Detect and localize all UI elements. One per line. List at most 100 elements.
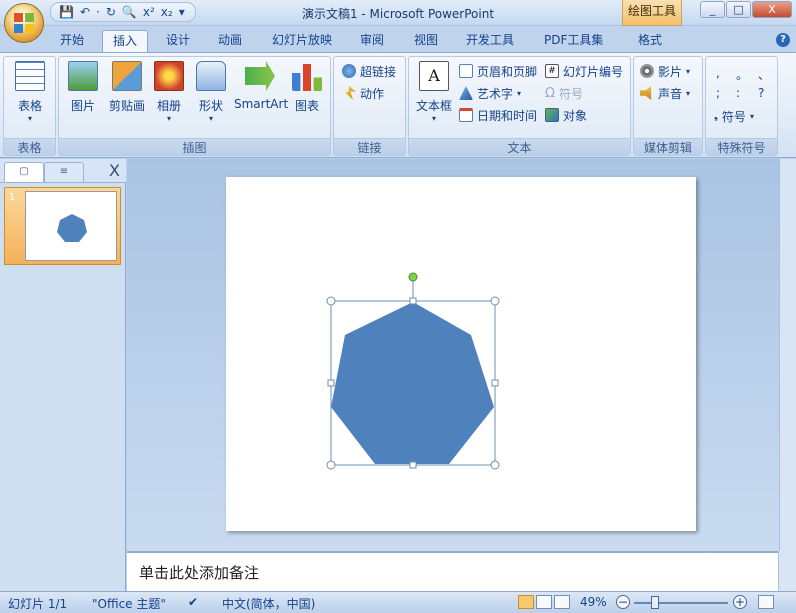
- tab-view[interactable]: 视图: [404, 30, 448, 52]
- zoom-slider-track[interactable]: [634, 602, 728, 604]
- office-button[interactable]: [4, 3, 44, 43]
- special-symbol-button[interactable]: ❟ 符号 ▾: [714, 107, 754, 125]
- slide-number-button[interactable]: # 幻灯片编号: [545, 62, 623, 80]
- slide-editing-area: [127, 159, 796, 551]
- special-symbol-label: 符号: [721, 109, 746, 124]
- slide-canvas[interactable]: [226, 177, 696, 531]
- resize-handle-tr[interactable]: [490, 296, 500, 306]
- tab-review[interactable]: 审阅: [350, 30, 394, 52]
- slide-thumbnail-item[interactable]: 1: [4, 187, 121, 265]
- slideshow-view-button[interactable]: [554, 595, 570, 609]
- table-icon: [15, 61, 45, 91]
- symbol-question[interactable]: ?: [758, 86, 764, 100]
- hyperlink-icon: [342, 64, 356, 78]
- tab-pdf-tools[interactable]: PDF工具集: [534, 30, 613, 52]
- zoom-in-button[interactable]: +: [733, 595, 747, 609]
- movie-button[interactable]: 影片 ▾: [640, 62, 690, 80]
- resize-handle-br[interactable]: [490, 460, 500, 470]
- minimize-button[interactable]: _: [700, 1, 725, 18]
- vertical-scrollbar[interactable]: [779, 159, 796, 551]
- heptagon-shape[interactable]: [331, 302, 494, 464]
- resize-handle-l[interactable]: [327, 379, 335, 387]
- action-button[interactable]: 动作: [342, 84, 384, 102]
- table-button[interactable]: 表格 ▾: [8, 61, 52, 123]
- close-button[interactable]: X: [752, 1, 792, 18]
- symbol-button[interactable]: Ω 符号: [545, 84, 583, 102]
- resize-handle-tl[interactable]: [326, 296, 336, 306]
- smartart-label: SmartArt: [234, 97, 289, 111]
- object-label: 对象: [563, 108, 588, 123]
- clipart-button[interactable]: 剪贴画: [105, 61, 149, 114]
- illustrations-group-label: 插图: [59, 138, 330, 155]
- theme-name[interactable]: "Office 主题": [92, 595, 166, 612]
- tab-slides[interactable]: ▢: [4, 162, 44, 182]
- save-icon[interactable]: 💾: [59, 5, 74, 19]
- help-icon[interactable]: ?: [776, 33, 790, 47]
- symbol-comma[interactable]: ,: [716, 66, 720, 80]
- slide-number-label: 幻灯片编号: [563, 64, 624, 79]
- resize-handle-r[interactable]: [491, 379, 499, 387]
- spellcheck-icon[interactable]: ✔: [188, 595, 198, 609]
- slides-panel: ▢ ≡ X 1: [0, 159, 126, 591]
- slide-sorter-button[interactable]: [536, 595, 552, 609]
- wordart-button[interactable]: 艺术字 ▾: [459, 84, 521, 102]
- text-group: A 文本框 ▾ 页眉和页脚 艺术字 ▾ 日期和时间 # 幻灯片编号 Ω 符号 对…: [408, 56, 631, 156]
- symbol-icon: ❟: [714, 110, 718, 122]
- undo-icon[interactable]: ↶: [80, 5, 90, 19]
- subscript-icon[interactable]: x₂: [161, 5, 173, 19]
- resize-handle-b[interactable]: [409, 461, 417, 469]
- symbol-period[interactable]: 。: [736, 66, 748, 83]
- redo-icon[interactable]: ↻: [106, 5, 116, 19]
- textbox-button[interactable]: A 文本框 ▾: [411, 61, 457, 123]
- tab-slideshow[interactable]: 幻灯片放映: [262, 30, 342, 52]
- symbol-enum-comma[interactable]: 、: [758, 66, 770, 83]
- resize-handle-t[interactable]: [409, 297, 417, 305]
- object-button[interactable]: 对象: [545, 106, 587, 124]
- normal-view-button[interactable]: [518, 595, 534, 609]
- tab-format[interactable]: 格式: [628, 30, 672, 52]
- zoom-out-button[interactable]: −: [616, 595, 630, 609]
- rotate-handle[interactable]: [408, 272, 418, 282]
- picture-button[interactable]: 图片: [61, 61, 105, 114]
- chevron-down-icon: ▾: [208, 114, 213, 123]
- print-preview-icon[interactable]: 🔍: [122, 5, 137, 19]
- datetime-label: 日期和时间: [477, 108, 538, 123]
- customize-qat-icon[interactable]: ▾: [179, 5, 185, 19]
- hyperlink-button[interactable]: 超链接: [342, 62, 396, 80]
- fit-to-window-button[interactable]: [758, 595, 774, 609]
- datetime-button[interactable]: 日期和时间: [459, 106, 537, 124]
- symbol-colon[interactable]: :: [736, 86, 740, 100]
- notes-scrollbar[interactable]: [778, 551, 796, 591]
- chart-button[interactable]: 图表: [285, 61, 329, 114]
- slide-count: 幻灯片 1/1: [8, 597, 68, 611]
- wordart-icon: [459, 86, 473, 100]
- photo-album-button[interactable]: 相册 ▾: [147, 61, 191, 123]
- links-group: 超链接 动作 链接: [333, 56, 406, 156]
- picture-label: 图片: [70, 99, 95, 113]
- symbol-semicolon[interactable]: ;: [716, 86, 720, 100]
- tab-animation[interactable]: 动画: [208, 30, 252, 52]
- resize-handle-bl[interactable]: [326, 460, 336, 470]
- omega-icon: Ω: [545, 85, 555, 101]
- tab-outline[interactable]: ≡: [44, 162, 84, 182]
- header-footer-button[interactable]: 页眉和页脚: [459, 62, 537, 80]
- baidu-watermark: Baidu经验 jingyan.baidu.com: [610, 547, 714, 587]
- zoom-slider-thumb[interactable]: [651, 596, 659, 609]
- superscript-icon[interactable]: x²: [143, 5, 155, 19]
- language-indicator[interactable]: 中文(简体，中国): [222, 595, 315, 612]
- notes-placeholder[interactable]: 单击此处添加备注: [139, 562, 259, 583]
- tab-home[interactable]: 开始: [50, 30, 94, 52]
- maximize-button[interactable]: □: [726, 1, 751, 18]
- smartart-button[interactable]: SmartArt: [234, 61, 289, 111]
- header-footer-icon: [459, 64, 473, 78]
- shapes-button[interactable]: 形状 ▾: [189, 61, 233, 123]
- slides-panel-tabs: ▢ ≡ X: [0, 159, 126, 183]
- sound-button[interactable]: 声音 ▾: [640, 84, 690, 102]
- slide-thumbnail[interactable]: [25, 191, 117, 261]
- undo-dropdown-icon[interactable]: ·: [96, 5, 100, 19]
- tab-insert[interactable]: 插入: [102, 30, 149, 52]
- tab-design[interactable]: 设计: [156, 30, 200, 52]
- zoom-level[interactable]: 49%: [580, 595, 607, 609]
- tab-developer[interactable]: 开发工具: [456, 30, 524, 52]
- close-icon[interactable]: X: [109, 161, 120, 180]
